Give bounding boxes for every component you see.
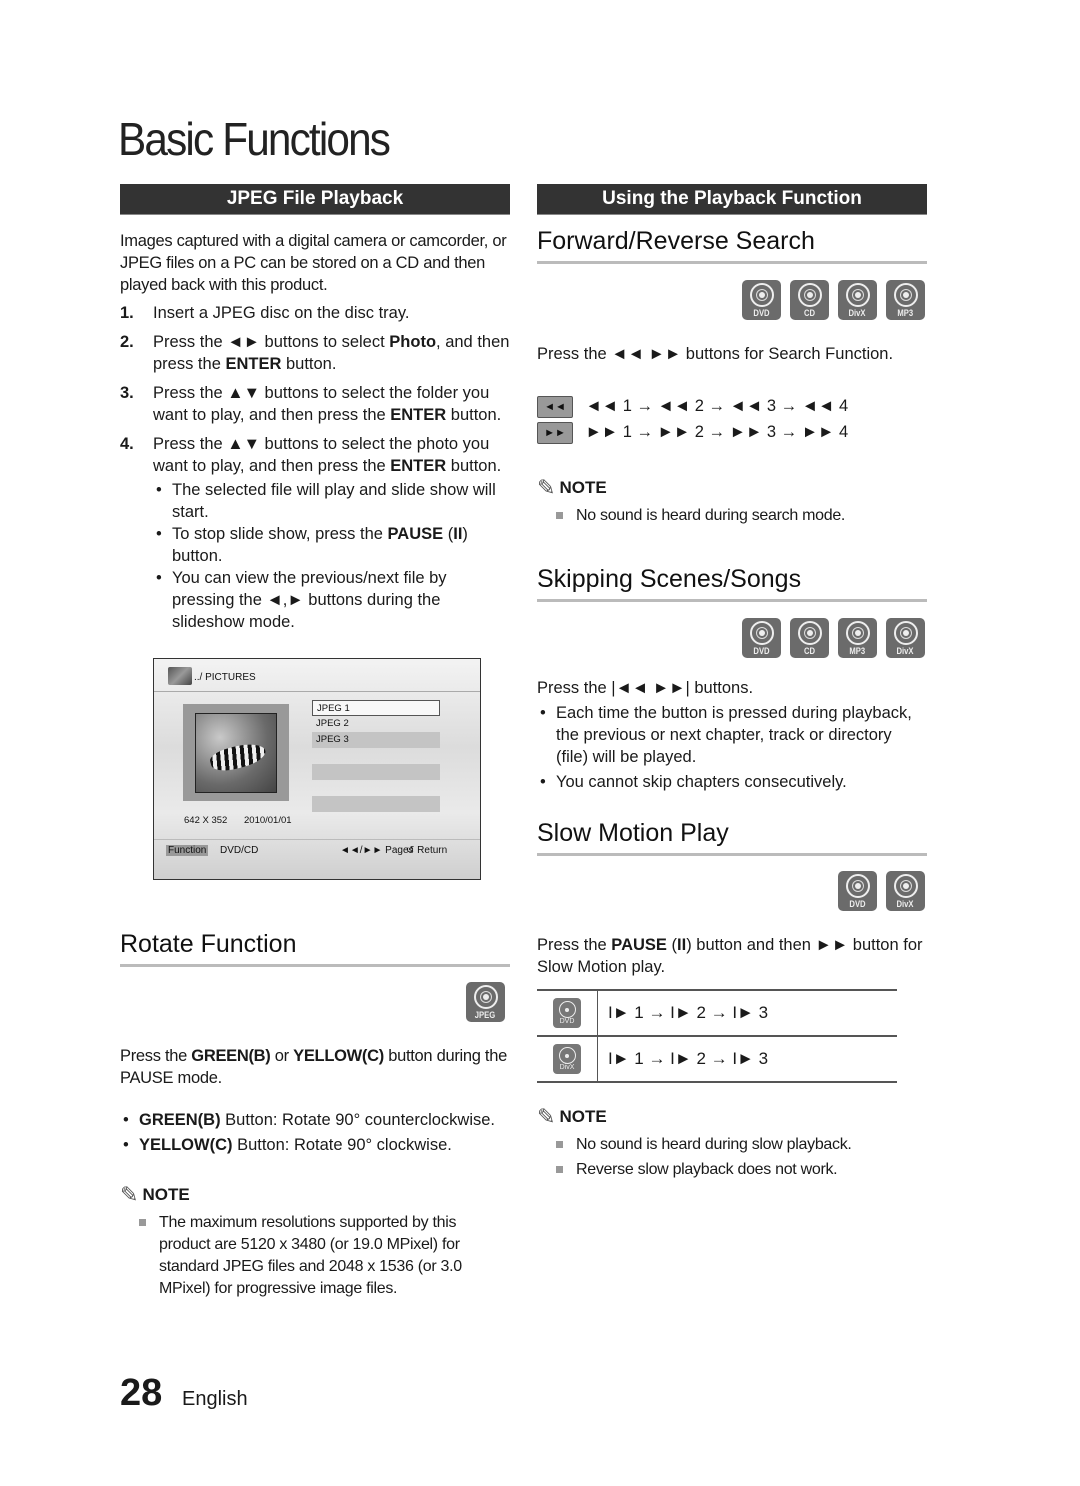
disc-icon [749,283,774,307]
slow-instruction: Press the PAUSE (II) button and then ►► … [537,936,923,976]
screen-footer-divider [154,839,480,840]
slow-sequence: I► 1 → I► 2 → I► 3 [597,989,897,1037]
note-item: No sound is heard during search mode. [537,505,927,527]
jpeg-intro: Images captured with a digital camera or… [120,232,507,294]
disc-badge-dvd: DVD [838,871,877,911]
skip-bullets: Each time the button is pressed during p… [537,702,927,793]
step-4-bullet: To stop slide show, press the PAUSE (II)… [153,523,510,567]
rotate-bullets: GREEN(B) Button: Rotate 90° counterclock… [120,1109,510,1156]
return-hint: ↺ Return [406,845,448,856]
photo-date: 2010/01/01 [244,815,292,826]
function-button[interactable]: Function [166,845,209,856]
disc-badge-divx: DivX [886,871,925,911]
disc-badge-cd: CD [790,618,829,658]
disc-badge-divx: DivX [553,1044,581,1074]
step-4-bullet: The selected file will play and slide sh… [153,479,510,523]
step-4: 4. Press the ▲▼ buttons to select the pho… [120,433,510,633]
forward-search-sequence: ►► ►► 1 → ►► 2 → ►► 3 → ►► 4 [537,422,927,444]
slow-disc-badges: DVD DivX [537,871,925,911]
screen-header: ../ PICTURES [154,659,480,692]
table-row: DivX I► 1 → I► 2 → I► 3 [537,1035,897,1083]
rotate-note: ✎ NOTE The maximum resolutions supported … [120,1182,510,1300]
disc-icon [797,621,822,645]
jpeg-disc-badge: JPEG [466,982,505,1022]
page-language: English [182,1388,248,1410]
slow-sequence: I► 1 → I► 2 → I► 3 [597,1035,897,1083]
disc-badge-divx: DivX [838,280,877,320]
disc-badge-mp3: MP3 [886,280,925,320]
search-note: ✎ NOTE No sound is heard during search mo… [537,475,927,527]
search-instruction: Press the ◄◄ ►► buttons for Search Funct… [537,345,894,363]
pencil-icon: ✎ [537,1104,556,1129]
rotate-bullet: YELLOW(C) Button: Rotate 90° clockwise. [120,1134,510,1156]
section-bar-playback-function: Using the Playback Function [537,184,927,215]
file-item[interactable]: JPEG 3 [312,732,440,748]
step-1: 1. Insert a JPEG disc on the disc tray. [120,304,410,322]
disc-badge-dvd: DVD [553,998,581,1028]
disc-badge-cd: CD [790,280,829,320]
disc-icon [473,985,498,1009]
disc-icon [749,621,774,645]
jpeg-steps: 1. Insert a JPEG disc on the disc tray. 2… [120,302,510,640]
pages-hint: ◄◄/►► Pages [340,845,414,856]
step-3: 3. Press the ▲▼ buttons to select the fol… [120,384,502,424]
file-item-empty [312,796,440,812]
slow-note: ✎ NOTE No sound is heard during slow play… [537,1104,927,1181]
disc-badge-mp3: MP3 [838,618,877,658]
pencil-icon: ✎ [120,1182,139,1207]
page-title: Basic Functions [118,113,391,165]
butterfly-icon [208,739,268,775]
disc-icon [845,874,870,898]
source-label: DVD/CD [220,845,259,856]
rotate-instruction: Press the GREEN(B) or YELLOW(C) button d… [120,1047,507,1087]
slow-motion-title: Slow Motion Play [537,819,927,856]
jpeg-browser-screenshot: ../ PICTURES JPEG 1 JPEG 2 JPEG 3 642 X … [153,658,481,880]
disc-icon [558,1047,576,1064]
skip-bullet: You cannot skip chapters consecutively. [537,771,927,793]
skipping-scenes-title: Skipping Scenes/Songs [537,565,927,602]
note-item: The maximum resolutions supported by thi… [120,1212,510,1300]
file-item-selected[interactable]: JPEG 1 [312,700,440,716]
step-2: 2. Press the ◄► buttons to select Photo, … [120,333,510,373]
disc-icon [893,621,918,645]
rotate-function-title: Rotate Function [120,930,510,967]
section-bar-jpeg-file-playback: JPEG File Playback [120,184,510,215]
file-item[interactable]: JPEG 2 [312,716,440,732]
disc-icon [797,283,822,307]
skip-bullet: Each time the button is pressed during p… [537,702,927,768]
skip-disc-badges: DVD CD MP3 DivX [537,618,925,658]
slow-motion-table: DVD I► 1 → I► 2 → I► 3 DivX I► 1 → I► 2 … [537,989,927,1083]
skip-instruction: Press the |◄◄ ►►| buttons. [537,679,754,697]
note-item: Reverse slow playback does not work. [537,1159,927,1181]
photo-resolution: 642 X 352 [184,815,228,826]
search-disc-badges: DVD CD DivX MP3 [537,280,925,320]
pictures-folder-icon [168,667,192,685]
fast-forward-key-icon: ►► [537,422,573,444]
rotate-bullet: GREEN(B) Button: Rotate 90° counterclock… [120,1109,510,1131]
forward-reverse-search-title: Forward/Reverse Search [537,227,927,264]
folder-path: ../ PICTURES [194,672,256,683]
pencil-icon: ✎ [537,475,556,500]
reverse-search-sequence: ◄◄ ◄◄ 1 → ◄◄ 2 → ◄◄ 3 → ◄◄ 4 [537,396,927,418]
disc-icon [845,283,870,307]
page-number: 28 [120,1372,163,1414]
step-4-bullet: You can view the previous/next file by p… [153,567,510,633]
disc-badge-dvd: DVD [742,618,781,658]
rewind-key-icon: ◄◄ [537,396,573,418]
table-row: DVD I► 1 → I► 2 → I► 3 [537,989,897,1037]
disc-icon [845,621,870,645]
disc-badge-dvd: DVD [742,280,781,320]
butterfly-photo [195,713,277,793]
photo-preview-frame [183,704,289,801]
file-item-empty [312,764,440,780]
disc-icon [893,874,918,898]
disc-badge-divx: DivX [886,618,925,658]
disc-icon [893,283,918,307]
disc-icon [558,1001,576,1018]
note-item: No sound is heard during slow playback. [537,1134,927,1156]
